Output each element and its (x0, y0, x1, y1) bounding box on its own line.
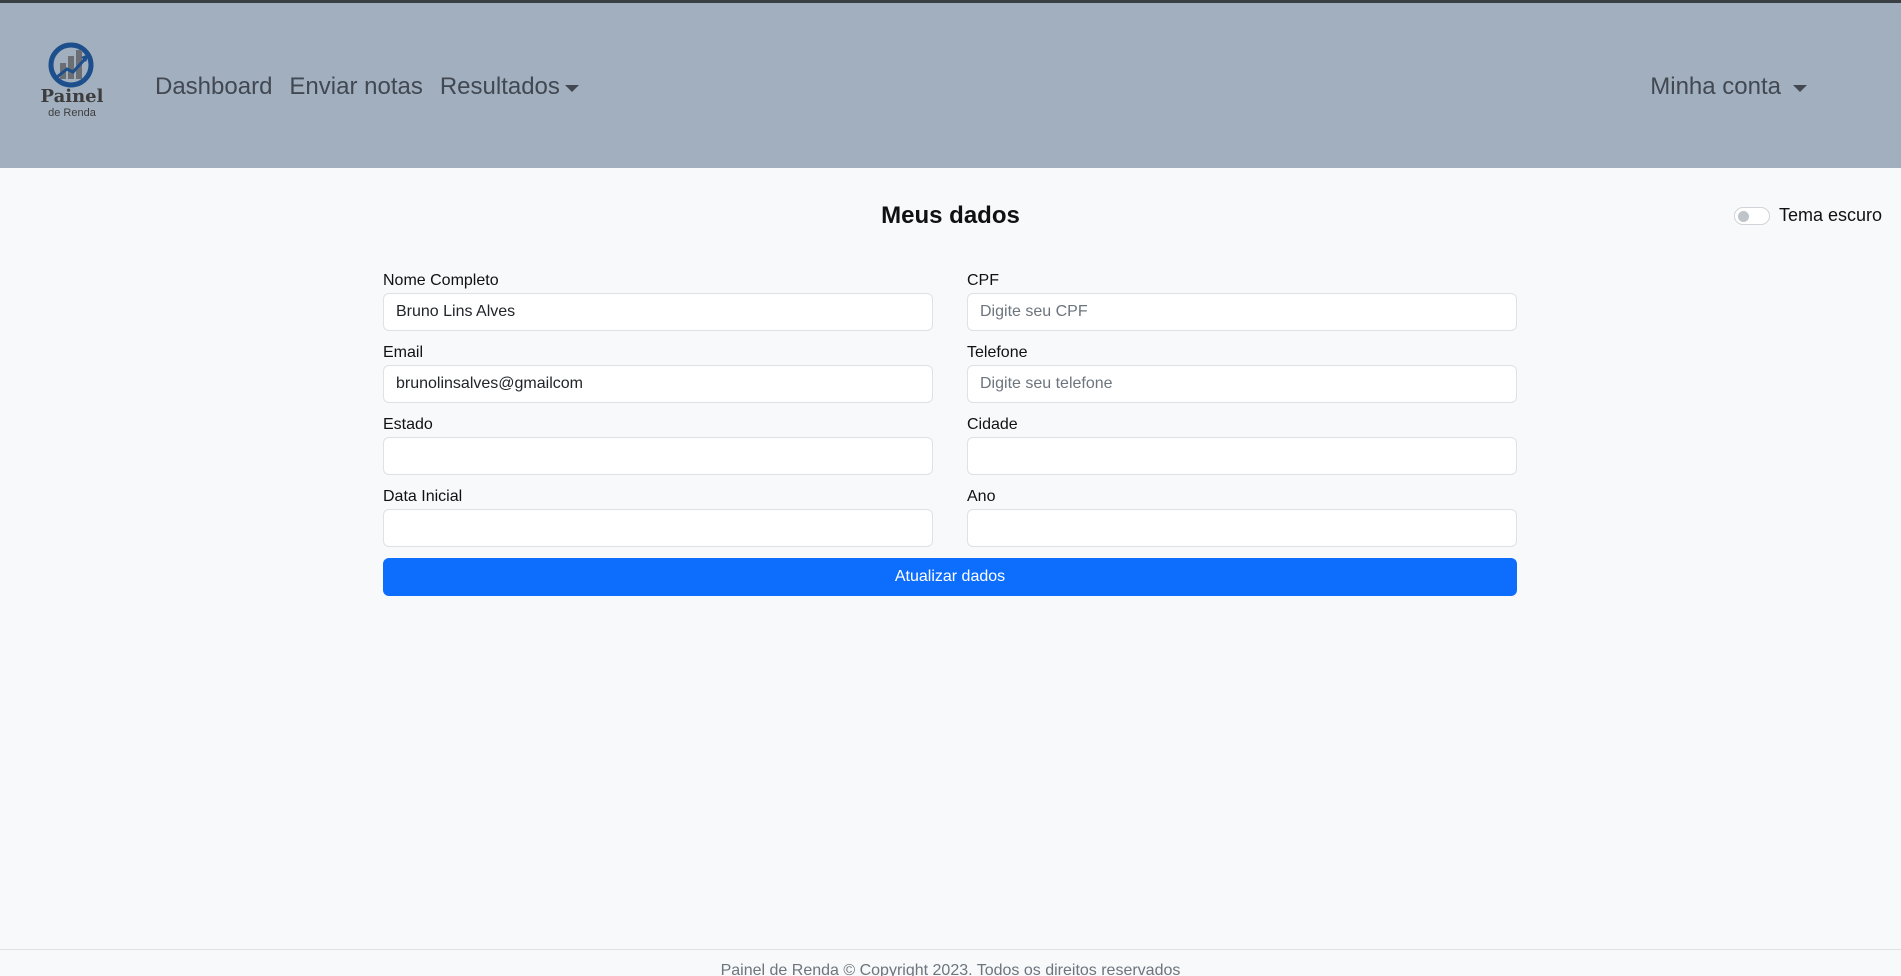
state-label: Estado (383, 416, 433, 433)
city-group: Cidade (967, 414, 1517, 486)
email-group: Email (383, 342, 933, 414)
main-content: Meus dados Tema escuro Nome Completo CPF… (0, 168, 1901, 951)
phone-label: Telefone (967, 344, 1028, 361)
nav-enviar-notas-label: Enviar notas (289, 73, 423, 100)
state-input[interactable] (383, 437, 933, 475)
nav-dashboard[interactable]: Dashboard (155, 71, 272, 103)
full-name-group: Nome Completo (383, 270, 933, 342)
chart-growth-logo-icon (48, 42, 94, 88)
main-nav: Dashboard Enviar notas Resultados (155, 71, 596, 103)
brand-logo[interactable]: Painel de Renda (40, 41, 104, 133)
start-date-label: Data Inicial (383, 488, 463, 505)
year-label: Ano (967, 488, 996, 505)
email-label: Email (383, 344, 424, 361)
dark-theme-toggle[interactable]: Tema escuro (1733, 205, 1882, 226)
cpf-input[interactable] (967, 293, 1517, 331)
start-date-group: Data Inicial (383, 486, 933, 558)
nav-enviar-notas[interactable]: Enviar notas (289, 71, 422, 103)
navbar: Painel de Renda Dashboard Enviar notas R… (0, 3, 1901, 168)
phone-group: Telefone (967, 342, 1517, 414)
nav-dashboard-label: Dashboard (155, 73, 273, 100)
phone-input[interactable] (967, 365, 1517, 403)
city-input[interactable] (967, 437, 1517, 475)
account-label: Minha conta (1650, 73, 1781, 100)
year-input[interactable] (967, 509, 1517, 547)
full-name-input[interactable] (383, 293, 933, 331)
footer: Painel de Renda © Copyright 2023. Todos … (0, 949, 1901, 976)
update-data-button[interactable]: Atualizar dados (383, 558, 1517, 596)
page-title: Meus dados (881, 202, 1020, 229)
footer-copyright: Painel de Renda © Copyright 2023. Todos … (720, 962, 1181, 976)
year-group: Ano (967, 486, 1517, 558)
caret-down-icon (1793, 84, 1807, 92)
cpf-label: CPF (967, 272, 999, 289)
profile-form: Nome Completo CPF Email Telefone Estado … (383, 270, 1517, 596)
toggle-switch[interactable] (1733, 206, 1770, 225)
nav-resultados-label: Resultados (439, 73, 560, 100)
dark-theme-label: Tema escuro (1778, 205, 1882, 225)
start-date-input[interactable] (383, 509, 933, 547)
cpf-group: CPF (967, 270, 1517, 342)
logo-title: Painel (40, 86, 104, 107)
city-label: Cidade (967, 416, 1018, 433)
full-name-label: Nome Completo (383, 272, 499, 289)
caret-down-icon (564, 84, 579, 92)
form-grid: Nome Completo CPF Email Telefone Estado … (383, 270, 1517, 558)
state-group: Estado (383, 414, 933, 486)
account-dropdown[interactable]: Minha conta (1650, 71, 1807, 103)
logo-subtitle: de Renda (48, 107, 96, 119)
email-input[interactable] (383, 365, 933, 403)
nav-resultados-dropdown[interactable]: Resultados (440, 71, 579, 103)
